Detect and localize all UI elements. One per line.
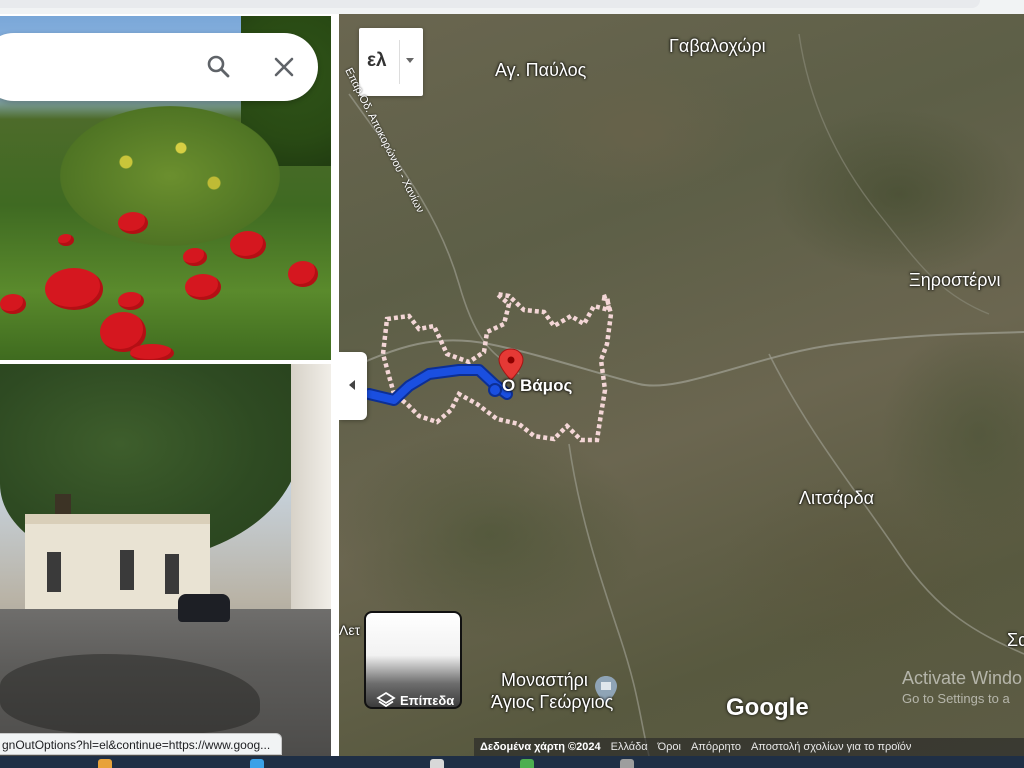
building-window: [165, 554, 179, 594]
place-label-vamos[interactable]: Ο Βάμος: [502, 376, 572, 396]
poppy: [58, 234, 74, 246]
taskbar-app-icon[interactable]: [520, 759, 534, 768]
browser-top-strip: [0, 0, 1024, 14]
footer-link-privacy[interactable]: Απόρρητο: [691, 741, 741, 753]
language-separator: [399, 40, 400, 84]
collapse-panel-button[interactable]: [339, 352, 367, 420]
layers-button[interactable]: Επίπεδα: [364, 611, 462, 709]
place-label-gavalochori[interactable]: Γαβαλοχώρι: [669, 36, 766, 57]
language-selector[interactable]: ελ: [359, 28, 423, 96]
place-label-monastery-subname[interactable]: Άγιος Γεώργιος: [491, 692, 613, 713]
footer-link-greece[interactable]: Ελλάδα: [611, 741, 648, 753]
poppy: [288, 261, 318, 287]
poppy: [185, 274, 221, 300]
poppy: [118, 292, 144, 310]
building-window: [120, 550, 134, 590]
footer-link-terms[interactable]: Όροι: [658, 741, 681, 753]
taskbar-app-icon[interactable]: [250, 759, 264, 768]
layers-label: Επίπεδα: [400, 693, 455, 708]
poppy: [45, 268, 103, 310]
poppy: [130, 344, 174, 360]
location-pin-dot: [507, 356, 515, 364]
place-label-monastery-name[interactable]: Μοναστήρι: [501, 670, 588, 691]
taskbar-app-icon[interactable]: [430, 759, 444, 768]
chevron-down-icon[interactable]: [406, 58, 414, 63]
place-label-right-edge: Σα: [1007, 630, 1024, 650]
photos-panel: [0, 14, 333, 756]
browser-address-area[interactable]: [0, 0, 980, 8]
poppy: [0, 294, 26, 314]
status-url-bar: gnOutOptions?hl=el&continue=https://www.…: [0, 733, 282, 755]
photo-flower-bush: [60, 106, 280, 246]
map-footer-bar: Δεδομένα χάρτη ©2024 Ελλάδα Όροι Απόρρητ…: [474, 738, 1024, 756]
poppy: [230, 231, 266, 259]
place-label-left-edge: Λετ: [339, 622, 361, 638]
place-label-litsarda[interactable]: Λιτσάρδα: [799, 488, 874, 509]
google-logo: Google: [726, 694, 809, 721]
poppy: [183, 248, 207, 266]
close-icon[interactable]: [270, 53, 298, 81]
building-window: [47, 552, 61, 592]
layers-icon: [376, 691, 396, 709]
taskbar: [0, 756, 1024, 768]
language-label: ελ: [367, 50, 387, 71]
satellite-map[interactable]: ελ Γαβαλοχώρι Αγ. Παύλος Ξηροστέρνι Ο Βά…: [339, 14, 1024, 756]
poppy: [118, 212, 148, 234]
route-end-marker: [488, 383, 502, 397]
photo-car: [178, 594, 230, 622]
search-box[interactable]: [0, 33, 318, 101]
footer-link-feedback[interactable]: Αποστολή σχολίων για το προϊόν: [751, 741, 911, 753]
photo-street[interactable]: [0, 364, 331, 756]
activate-windows-watermark: Activate Windo Go to Settings to a: [902, 668, 1022, 706]
chevron-left-icon: [349, 380, 355, 390]
map-data-attribution: Δεδομένα χάρτη ©2024: [480, 741, 601, 753]
search-icon[interactable]: [205, 53, 233, 81]
taskbar-app-icon[interactable]: [620, 759, 634, 768]
place-label-xirosterni[interactable]: Ξηροστέρνι: [909, 270, 1000, 291]
place-label-ag-pavlos[interactable]: Αγ. Παύλος: [495, 60, 586, 81]
watermark-line1: Activate Windo: [902, 668, 1023, 688]
taskbar-app-icon[interactable]: [98, 759, 112, 768]
watermark-line2: Go to Settings to a: [902, 691, 1010, 706]
